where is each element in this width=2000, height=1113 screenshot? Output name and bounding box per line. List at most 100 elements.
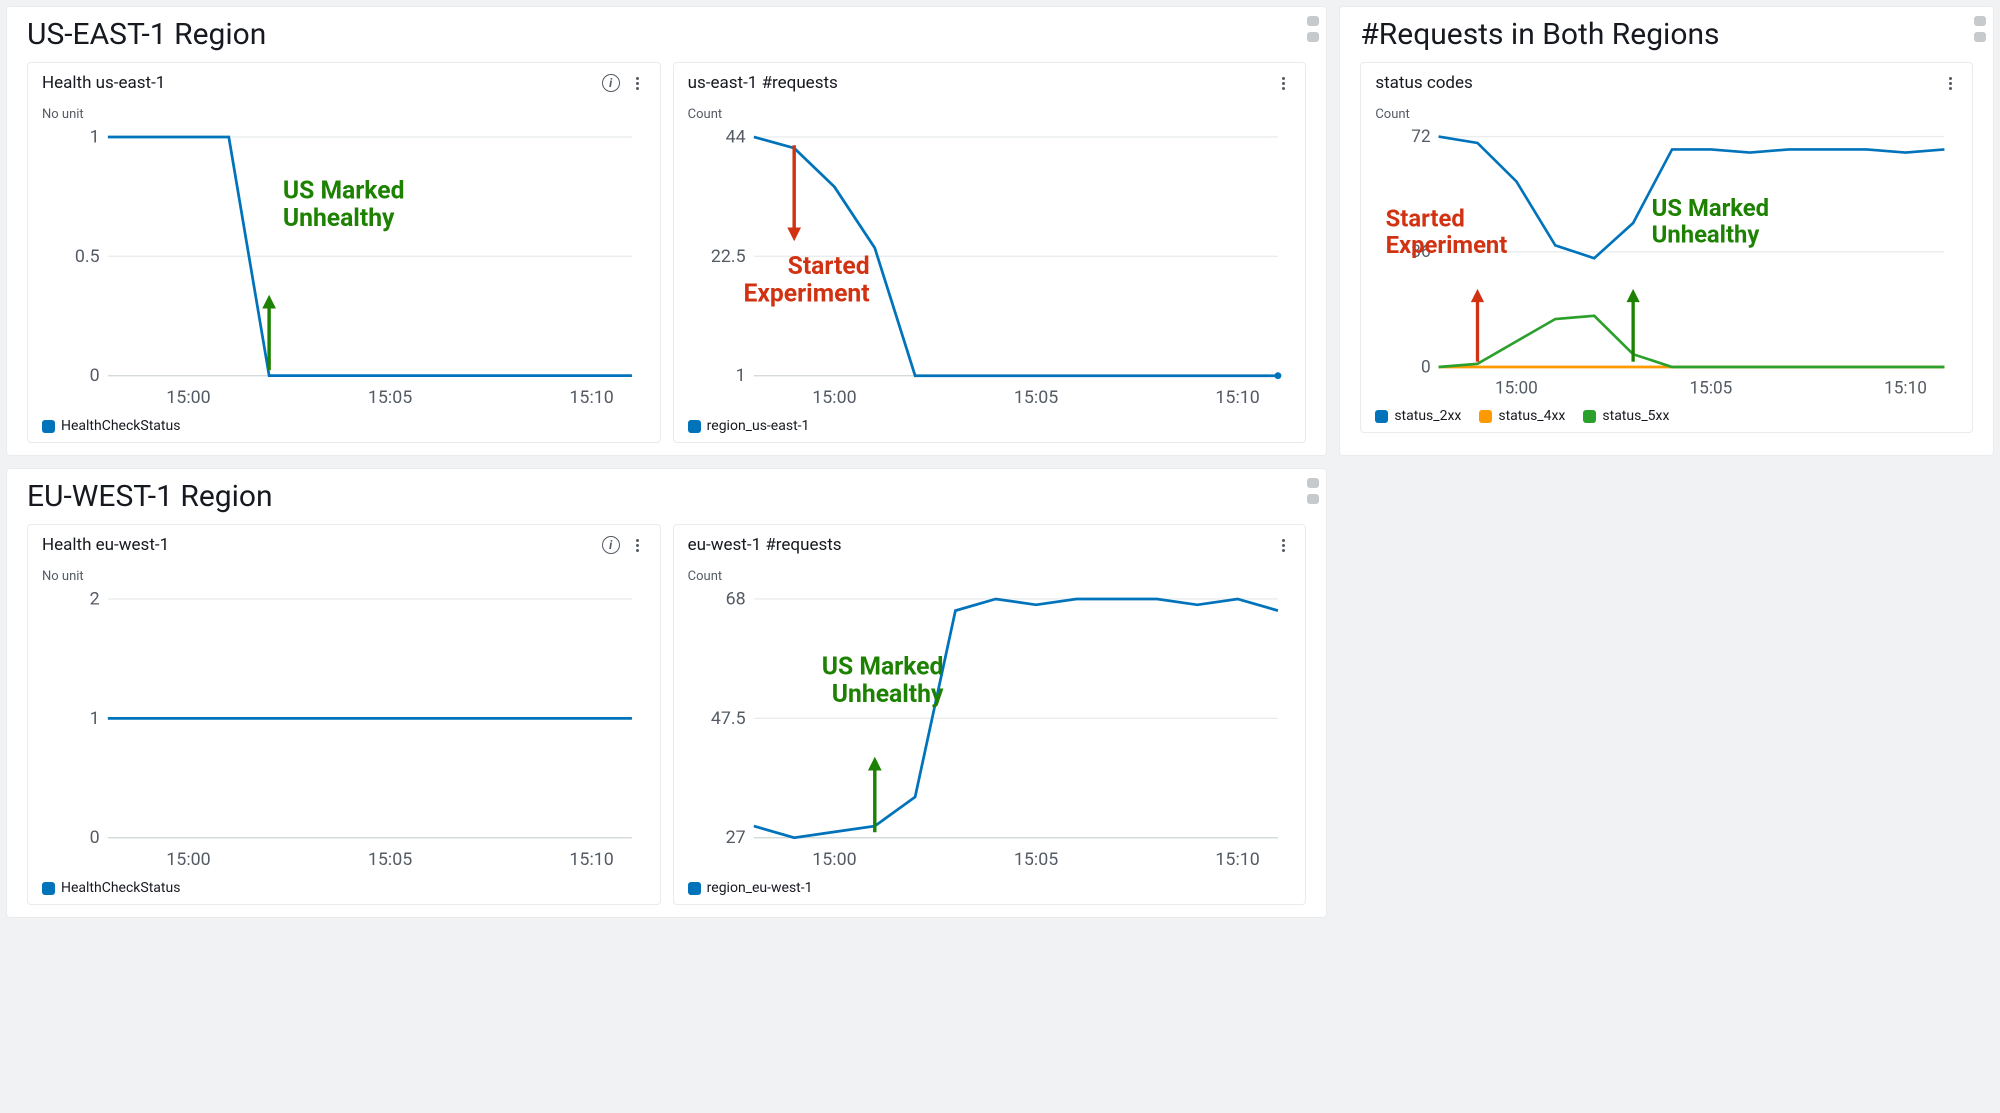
info-icon[interactable]: i <box>602 74 620 92</box>
card-requests-us-east: us-east-1 #requests Count 1 22.5 44 15:00 15… <box>673 62 1307 443</box>
kebab-menu-icon[interactable] <box>630 539 646 552</box>
annotation-label: Unhealthy <box>1652 221 1760 249</box>
svg-text:27: 27 <box>725 827 745 848</box>
annotation-label: US Marked <box>1652 194 1769 222</box>
drag-handle-icon[interactable] <box>1306 475 1320 507</box>
annotation-label: US Marked <box>283 177 405 206</box>
legend-swatch <box>1479 410 1492 423</box>
series-line <box>1439 316 1945 367</box>
legend-item[interactable]: HealthCheckStatus <box>42 880 180 896</box>
card-requests-eu-west: eu-west-1 #requests Count 27 47.5 68 15:00 1… <box>673 524 1307 905</box>
svg-text:15:05: 15:05 <box>1014 849 1058 870</box>
legend-item[interactable]: status_5xx <box>1583 408 1669 424</box>
chart-status-codes: 0367215:0015:0515:10StartedExperimentUS … <box>1375 126 1958 404</box>
card-title: status codes <box>1375 73 1472 93</box>
legend-label: HealthCheckStatus <box>61 418 180 434</box>
chart-requests-eu-west: 27 47.5 68 15:00 15:05 15:10 US MarkedUnhealth… <box>688 588 1292 876</box>
annotation-label: Experiment <box>743 280 869 309</box>
svg-text:15:10: 15:10 <box>1215 849 1259 870</box>
svg-text:15:00: 15:00 <box>812 849 856 870</box>
legend-label: region_us-east-1 <box>707 418 810 434</box>
chart-health-us-east: 0 0.5 1 15:00 15:05 15:10 US MarkedUnhealthy <box>42 126 646 414</box>
legend-swatch <box>42 882 55 895</box>
svg-text:72: 72 <box>1412 127 1432 147</box>
kebab-menu-icon[interactable] <box>1275 77 1291 90</box>
annotation-label: Experiment <box>1386 231 1508 259</box>
svg-text:68: 68 <box>725 589 745 610</box>
legend: status_2xx status_4xx status_5xx <box>1375 408 1958 424</box>
chart-requests-us-east: 1 22.5 44 15:00 15:05 15:10 StartedExperiment <box>688 126 1292 414</box>
svg-text:0: 0 <box>90 827 100 848</box>
card-health-us-east: Health us-east-1 i No unit 00.5115:0015:… <box>27 62 661 443</box>
legend-swatch <box>688 882 701 895</box>
section-us-east: US-EAST-1 Region Health us-east-1 i No u… <box>6 6 1327 456</box>
svg-text:15:00: 15:00 <box>166 849 210 870</box>
svg-text:47.5: 47.5 <box>711 708 746 729</box>
svg-text:0: 0 <box>1421 357 1431 377</box>
section-title-eu-west: EU-WEST-1 Region <box>27 479 1306 514</box>
legend-label: status_2xx <box>1394 408 1461 424</box>
legend-item[interactable]: HealthCheckStatus <box>42 418 180 434</box>
legend-swatch <box>688 420 701 433</box>
svg-text:1: 1 <box>90 126 100 147</box>
unit-label: Count <box>688 107 1292 122</box>
svg-text:15:10: 15:10 <box>569 387 613 408</box>
annotation-label: Unhealthy <box>831 680 943 709</box>
svg-text:15:05: 15:05 <box>368 387 412 408</box>
legend-label: status_4xx <box>1498 408 1565 424</box>
annotation-label: Started <box>1386 205 1465 233</box>
annotation-label: Unhealthy <box>283 204 395 233</box>
card-title: us-east-1 #requests <box>688 73 838 93</box>
info-icon[interactable]: i <box>602 536 620 554</box>
drag-handle-icon[interactable] <box>1973 13 1987 45</box>
kebab-menu-icon[interactable] <box>1942 77 1958 90</box>
card-health-eu-west: Health eu-west-1 i No unit 0 1 2 15:00 15:05… <box>27 524 661 905</box>
svg-text:44: 44 <box>725 126 745 147</box>
svg-text:15:00: 15:00 <box>1495 378 1538 398</box>
section-title-both: #Requests in Both Regions <box>1360 17 1973 52</box>
card-status-codes: status codes Count 0367215:0015:0515:10S… <box>1360 62 1973 433</box>
svg-text:15:00: 15:00 <box>812 387 856 408</box>
svg-text:15:10: 15:10 <box>1215 387 1259 408</box>
legend-item[interactable]: status_4xx <box>1479 408 1565 424</box>
unit-label: Count <box>1375 107 1958 122</box>
legend-label: region_eu-west-1 <box>707 880 813 896</box>
legend-swatch <box>1583 410 1596 423</box>
legend: region_us-east-1 <box>688 418 1292 434</box>
svg-text:15:10: 15:10 <box>569 849 613 870</box>
svg-text:1: 1 <box>735 365 745 386</box>
legend-label: HealthCheckStatus <box>61 880 180 896</box>
annotation-label: US Marked <box>821 653 943 682</box>
unit-label: No unit <box>42 107 646 122</box>
legend-swatch <box>42 420 55 433</box>
card-title: Health eu-west-1 <box>42 535 169 555</box>
legend-label: status_5xx <box>1602 408 1669 424</box>
legend-item[interactable]: status_2xx <box>1375 408 1461 424</box>
svg-text:0.5: 0.5 <box>75 246 100 267</box>
kebab-menu-icon[interactable] <box>630 77 646 90</box>
svg-text:2: 2 <box>90 589 100 610</box>
legend-swatch <box>1375 410 1388 423</box>
section-title-us-east: US-EAST-1 Region <box>27 17 1306 52</box>
legend: HealthCheckStatus <box>42 418 646 434</box>
drag-handle-icon[interactable] <box>1306 13 1320 45</box>
annotation-label: Started <box>787 252 869 281</box>
legend: region_eu-west-1 <box>688 880 1292 896</box>
section-both-regions: #Requests in Both Regions status codes C… <box>1339 6 1994 456</box>
unit-label: No unit <box>42 569 646 584</box>
svg-text:15:05: 15:05 <box>1014 387 1058 408</box>
chart-health-eu-west: 0 1 2 15:00 15:05 15:10 <box>42 588 646 876</box>
kebab-menu-icon[interactable] <box>1275 539 1291 552</box>
svg-text:1: 1 <box>90 708 100 729</box>
svg-text:0: 0 <box>90 365 100 386</box>
section-eu-west: EU-WEST-1 Region Health eu-west-1 i No u… <box>6 468 1327 918</box>
svg-text:22.5: 22.5 <box>711 246 746 267</box>
legend-item[interactable]: region_us-east-1 <box>688 418 810 434</box>
svg-text:15:00: 15:00 <box>166 387 210 408</box>
legend: HealthCheckStatus <box>42 880 646 896</box>
svg-text:15:05: 15:05 <box>368 849 412 870</box>
card-title: eu-west-1 #requests <box>688 535 842 555</box>
legend-item[interactable]: region_eu-west-1 <box>688 880 813 896</box>
unit-label: Count <box>688 569 1292 584</box>
svg-text:15:05: 15:05 <box>1690 378 1733 398</box>
